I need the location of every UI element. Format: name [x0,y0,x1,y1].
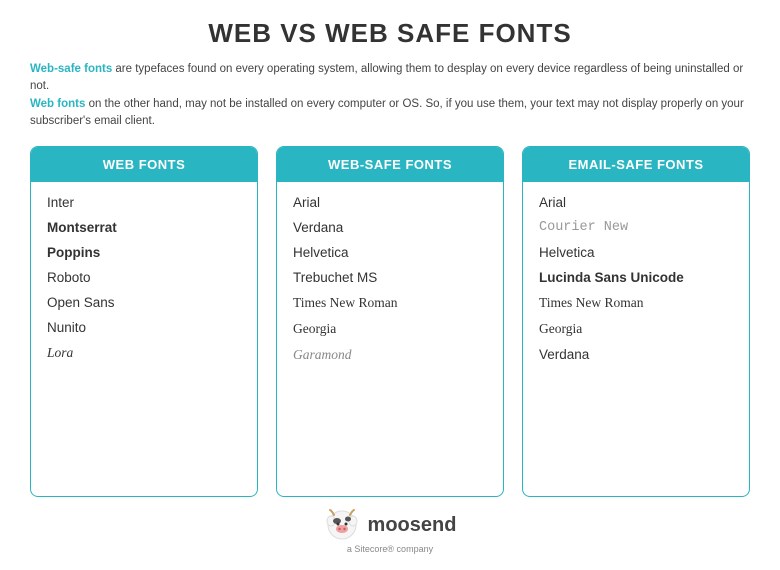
description-block: Web-safe fonts are typefaces found on ev… [30,61,750,130]
description-text-1: are typefaces found on every operating s… [30,63,743,92]
font-item: Arial [539,192,733,213]
font-item: Trebuchet MS [293,267,487,288]
font-item: Helvetica [539,242,733,263]
font-item: Nunito [47,317,241,338]
column-header-1: WEB-SAFE FONTS [277,147,503,182]
footer: moosend a Sitecore® company [324,507,457,558]
column-body-2: Arial Courier New Helvetica Lucinda Sans Un… [523,182,749,496]
font-item: Courier New [539,217,733,238]
font-item: Open Sans [47,292,241,313]
font-item: Georgia [539,318,733,340]
font-item: Times New Roman [539,292,733,314]
font-item: Montserrat [47,217,241,238]
page: WEB VS WEB SAFE FONTS Web-safe fonts are… [0,0,780,570]
font-item: Lora [47,342,241,364]
footer-logo: moosend [324,507,457,543]
description-highlight-2: Web fonts [30,98,85,110]
description-highlight-1: Web-safe fonts [30,63,112,75]
font-item: Poppins [47,242,241,263]
font-item: Lucinda Sans Unicode [539,267,733,288]
description-text-2: on the other hand, may not be installed … [30,98,744,127]
column-0: WEB FONTS Inter Montserrat Poppins Roboto Ope… [30,146,258,497]
column-header-2: EMAIL-SAFE FONTS [523,147,749,182]
footer-sub: a Sitecore® company [347,544,433,554]
brand-name: moosend [368,514,457,537]
column-2: EMAIL-SAFE FONTS Arial Courier New Helvetic… [522,146,750,497]
columns-container: WEB FONTS Inter Montserrat Poppins Roboto Ope… [30,146,750,497]
font-item: Verdana [293,217,487,238]
font-item: Arial [293,192,487,213]
column-body-0: Inter Montserrat Poppins Roboto Open Sans Nun… [31,182,257,496]
font-item: Helvetica [293,242,487,263]
font-item: Garamond [293,344,487,366]
column-1: WEB-SAFE FONTS Arial Verdana Helvetica Trebu… [276,146,504,497]
font-item: Verdana [539,344,733,365]
font-item: Georgia [293,318,487,340]
moosend-logo-icon [324,507,360,543]
font-item: Times New Roman [293,292,487,314]
column-header-0: WEB FONTS [31,147,257,182]
column-body-1: Arial Verdana Helvetica Trebuchet MS Times N… [277,182,503,496]
font-item: Inter [47,192,241,213]
page-title: WEB VS WEB SAFE FONTS [208,18,571,49]
font-item: Roboto [47,267,241,288]
